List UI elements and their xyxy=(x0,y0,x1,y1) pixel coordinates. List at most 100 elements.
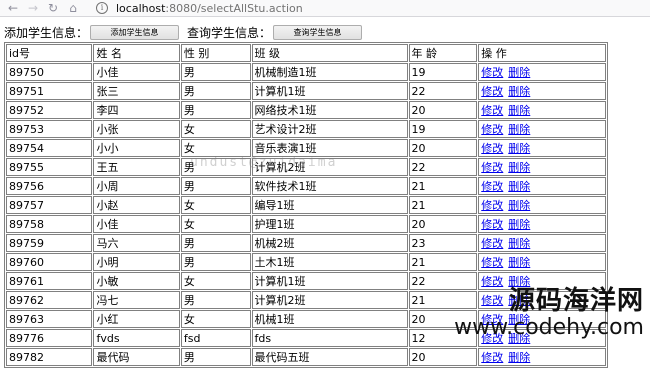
edit-link[interactable]: 修改 xyxy=(481,237,503,250)
cell-id: 89751 xyxy=(6,82,93,100)
edit-link[interactable]: 修改 xyxy=(481,313,503,326)
cell-age: 21 xyxy=(408,253,478,271)
cell-age: 21 xyxy=(408,196,478,214)
cell-class: 机械2班 xyxy=(251,234,408,252)
cell-name: 最代码 xyxy=(93,348,180,366)
cell-gender: 男 xyxy=(180,82,251,100)
edit-link[interactable]: 修改 xyxy=(481,104,503,117)
cell-name: fvds xyxy=(93,329,180,347)
edit-link[interactable]: 修改 xyxy=(481,66,503,79)
cell-id: 89752 xyxy=(6,101,93,119)
edit-link[interactable]: 修改 xyxy=(481,85,503,98)
delete-link[interactable]: 删除 xyxy=(508,351,530,364)
edit-link[interactable]: 修改 xyxy=(481,332,503,345)
cell-id: 89782 xyxy=(6,348,93,366)
cell-age: 23 xyxy=(408,234,478,252)
table-row: 89776 fvds fsd fds 12 修改 删除 xyxy=(6,329,606,347)
delete-link[interactable]: 删除 xyxy=(508,237,530,250)
cell-id: 89762 xyxy=(6,291,93,309)
delete-link[interactable]: 删除 xyxy=(508,294,530,307)
header-gender: 性 别 xyxy=(180,44,251,62)
table-row: 89750 小佳男机械制造1班 19 修改 删除 xyxy=(6,63,606,81)
cell-name: 小敏 xyxy=(93,272,180,290)
delete-link[interactable]: 删除 xyxy=(508,218,530,231)
cell-id: 89750 xyxy=(6,63,93,81)
table-row: 89753 小张女艺术设计2班 19 修改 删除 xyxy=(6,120,606,138)
cell-gender: fsd xyxy=(180,329,251,347)
table-row: 89760 小明男土木1班 21 修改 删除 xyxy=(6,253,606,271)
info-icon[interactable]: i xyxy=(96,2,108,14)
delete-link[interactable]: 删除 xyxy=(508,104,530,117)
cell-operation: 修改 删除 xyxy=(478,196,606,214)
edit-link[interactable]: 修改 xyxy=(481,142,503,155)
cell-age: 12 xyxy=(408,329,478,347)
cell-name: 小佳 xyxy=(93,215,180,233)
delete-link[interactable]: 删除 xyxy=(508,142,530,155)
table-row: 89761 小敏女计算机1班 22 修改 删除 xyxy=(6,272,606,290)
delete-link[interactable]: 删除 xyxy=(508,123,530,136)
browser-toolbar: ← → ↻ ⌂ i localhost:8080/selectAllStu.ac… xyxy=(0,0,650,17)
cell-id: 89753 xyxy=(6,120,93,138)
edit-link[interactable]: 修改 xyxy=(481,218,503,231)
cell-class: 网络技术1班 xyxy=(251,101,408,119)
cell-class: 音乐表演1班 xyxy=(251,139,408,157)
table-row: 89759 马六男机械2班 23 修改 删除 xyxy=(6,234,606,252)
address-bar[interactable]: i localhost:8080/selectAllStu.action xyxy=(96,1,303,15)
add-student-button[interactable]: 添加学生信息 xyxy=(90,24,180,40)
delete-link[interactable]: 删除 xyxy=(508,180,530,193)
edit-link[interactable]: 修改 xyxy=(481,180,503,193)
cell-name: 冯七 xyxy=(93,291,180,309)
cell-id: 89761 xyxy=(6,272,93,290)
table-row: 89758 小佳女护理1班 20 修改 删除 xyxy=(6,215,606,233)
edit-link[interactable]: 修改 xyxy=(481,256,503,269)
delete-link[interactable]: 删除 xyxy=(508,85,530,98)
student-table: id号 姓 名 性 别 班 级 年 龄 操 作 89750 小佳男机械制造1班 19… xyxy=(4,42,608,368)
url-path: :8080/selectAllStu.action xyxy=(165,1,303,15)
reload-icon[interactable]: ↻ xyxy=(46,1,60,15)
home-icon[interactable]: ⌂ xyxy=(66,1,80,15)
cell-operation: 修改 删除 xyxy=(478,63,606,81)
cell-class: 计算机1班 xyxy=(251,82,408,100)
cell-class: 机械1班 xyxy=(251,310,408,328)
cell-gender: 女 xyxy=(180,310,251,328)
cell-id: 89758 xyxy=(6,215,93,233)
cell-gender: 男 xyxy=(180,158,251,176)
cell-id: 89759 xyxy=(6,234,93,252)
cell-name: 小赵 xyxy=(93,196,180,214)
query-student-button[interactable]: 查询学生信息 xyxy=(273,24,363,40)
delete-link[interactable]: 删除 xyxy=(508,66,530,79)
delete-link[interactable]: 删除 xyxy=(508,199,530,212)
edit-link[interactable]: 修改 xyxy=(481,294,503,307)
cell-age: 22 xyxy=(408,272,478,290)
delete-link[interactable]: 删除 xyxy=(508,161,530,174)
cell-operation: 修改 删除 xyxy=(478,158,606,176)
table-row: 89754 小小女音乐表演1班 20 修改 删除 xyxy=(6,139,606,157)
delete-link[interactable]: 删除 xyxy=(508,313,530,326)
edit-link[interactable]: 修改 xyxy=(481,275,503,288)
edit-link[interactable]: 修改 xyxy=(481,351,503,364)
back-arrow-icon[interactable]: ← xyxy=(6,1,20,15)
cell-name: 马六 xyxy=(93,234,180,252)
cell-operation: 修改 删除 xyxy=(478,291,606,309)
cell-gender: 男 xyxy=(180,63,251,81)
cell-operation: 修改 删除 xyxy=(478,120,606,138)
cell-name: 小小 xyxy=(93,139,180,157)
delete-link[interactable]: 删除 xyxy=(508,332,530,345)
header-name: 姓 名 xyxy=(93,44,180,62)
table-row: 89755 王五男计算机2班 22 修改 删除 xyxy=(6,158,606,176)
cell-age: 21 xyxy=(408,291,478,309)
edit-link[interactable]: 修改 xyxy=(481,161,503,174)
cell-name: 小张 xyxy=(93,120,180,138)
forward-arrow-icon[interactable]: → xyxy=(26,1,40,15)
cell-id: 89760 xyxy=(6,253,93,271)
edit-link[interactable]: 修改 xyxy=(481,199,503,212)
cell-id: 89755 xyxy=(6,158,93,176)
delete-link[interactable]: 删除 xyxy=(508,275,530,288)
cell-operation: 修改 删除 xyxy=(478,272,606,290)
cell-class: 编导1班 xyxy=(251,196,408,214)
cell-age: 20 xyxy=(408,215,478,233)
edit-link[interactable]: 修改 xyxy=(481,123,503,136)
cell-gender: 男 xyxy=(180,234,251,252)
delete-link[interactable]: 删除 xyxy=(508,256,530,269)
cell-gender: 男 xyxy=(180,101,251,119)
